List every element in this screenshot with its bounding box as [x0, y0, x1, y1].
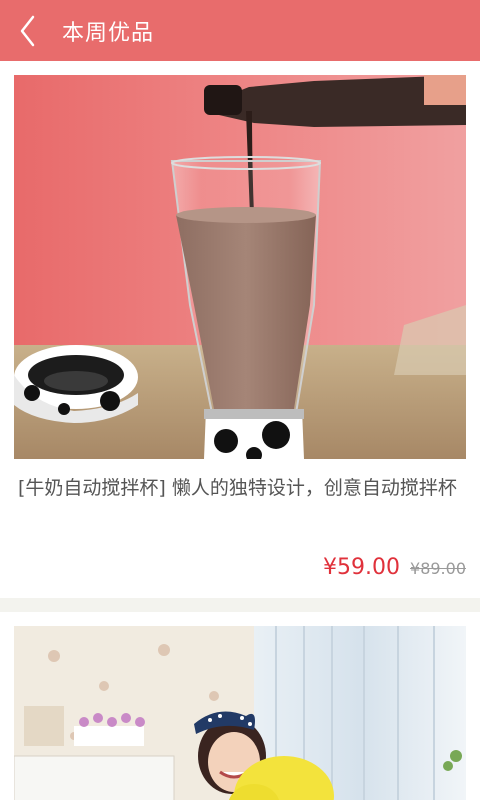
product-image[interactable]: [14, 75, 466, 459]
product-list[interactable]: [牛奶自动搅拌杯] 懒人的独特设计，创意自动搅拌杯 ¥59.00 ¥89.00: [0, 61, 480, 800]
original-price: ¥89.00: [410, 559, 466, 578]
product-card[interactable]: [牛奶自动搅拌杯] 懒人的独特设计，创意自动搅拌杯 ¥59.00 ¥89.00: [0, 61, 480, 598]
back-button[interactable]: [0, 0, 56, 61]
milk-mixer-cup-photo: [14, 75, 466, 459]
page-title: 本周优品: [62, 20, 155, 46]
product-photo-bedroom: [14, 626, 466, 800]
chevron-left-icon: [20, 15, 35, 46]
top-bar: 本周优品: [0, 0, 480, 61]
current-price: ¥59.00: [323, 555, 401, 580]
product-image[interactable]: [14, 626, 466, 800]
product-card[interactable]: [0, 612, 480, 800]
price-row: ¥59.00 ¥89.00: [323, 555, 466, 580]
product-title[interactable]: [牛奶自动搅拌杯] 懒人的独特设计，创意自动搅拌杯: [18, 473, 462, 503]
